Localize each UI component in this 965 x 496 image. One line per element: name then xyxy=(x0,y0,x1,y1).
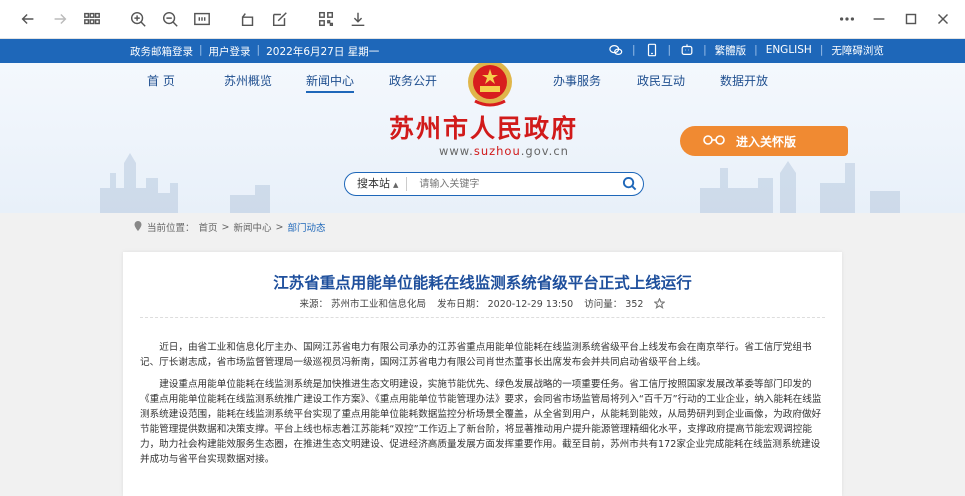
separator: | xyxy=(256,44,261,56)
zoom-in-icon xyxy=(130,11,146,27)
close-icon xyxy=(937,13,949,25)
favorite-star-icon[interactable] xyxy=(653,297,667,310)
glasses-icon xyxy=(702,134,730,149)
nav-open-data[interactable]: 数据开放 xyxy=(720,72,768,89)
mail-login-link[interactable]: 政务邮箱登录 xyxy=(130,44,193,59)
qr-button[interactable] xyxy=(310,3,342,35)
rotate-icon xyxy=(241,13,254,27)
apps-button[interactable] xyxy=(76,3,108,35)
nav-interaction[interactable]: 政民互动 xyxy=(637,72,685,89)
domain-name: suzhou xyxy=(473,144,521,158)
search-box: 搜本站 ▲ xyxy=(344,172,644,196)
search-scope-label: 搜本站 xyxy=(357,177,390,190)
user-login-link[interactable]: 用户登录 xyxy=(209,44,251,59)
breadcrumb-current[interactable]: 部门动态 xyxy=(287,220,325,234)
article-title: 江苏省重点用能单位能耗在线监测系统省级平台正式上线运行 xyxy=(273,274,692,292)
minimize-icon xyxy=(873,18,885,20)
divider xyxy=(140,317,825,318)
nav-services[interactable]: 办事服务 xyxy=(553,72,601,89)
article: 江苏省重点用能单位能耗在线监测系统省级平台正式上线运行 来源： 苏州市工业和信息… xyxy=(123,252,842,496)
zoom-in-button[interactable] xyxy=(122,3,154,35)
forward-button[interactable] xyxy=(44,3,76,35)
site-header: 首 页 苏州概览 新闻中心 政务公开 办事服务 政民互动 数据开放 苏州市人民政… xyxy=(0,63,965,213)
site-title: 苏州市人民政府 xyxy=(389,114,579,143)
separator: | xyxy=(754,44,758,56)
breadcrumb: 当前位置： 首页 > 新闻中心 > 部门动态 xyxy=(0,213,965,238)
domain-suffix: .gov.cn xyxy=(520,144,569,158)
rotate-button[interactable] xyxy=(232,3,264,35)
article-source: 来源： 苏州市工业和信息化局 xyxy=(299,299,427,310)
maximize-button[interactable] xyxy=(895,3,927,35)
article-meta: 来源： 苏州市工业和信息化局 发布日期： 2020-12-29 13:50 访问… xyxy=(123,296,842,310)
breadcrumb-separator: > xyxy=(275,221,284,233)
english-link[interactable]: ENGLISH xyxy=(766,44,812,56)
reader-button[interactable] xyxy=(186,3,218,35)
zoom-out-button[interactable] xyxy=(154,3,186,35)
minimize-button[interactable] xyxy=(863,3,895,35)
search-input[interactable] xyxy=(417,177,612,191)
search-button[interactable] xyxy=(622,176,637,194)
article-paragraph: 近日，由省工业和信息化厅主办、国网江苏省电力有限公司承办的江苏省重点用能单位能耗… xyxy=(140,342,812,368)
nav-public-affairs[interactable]: 政务公开 xyxy=(389,72,437,89)
wechat-icon[interactable] xyxy=(608,42,624,58)
arrow-left-icon xyxy=(21,13,34,25)
robot-icon[interactable] xyxy=(679,42,695,58)
location-pin-icon xyxy=(133,220,143,234)
care-mode-label: 进入关怀版 xyxy=(736,134,797,149)
search-scope-select[interactable]: 搜本站 ▲ xyxy=(345,177,408,191)
article-date: 发布日期： 2020-12-29 13:50 xyxy=(437,299,574,310)
care-mode-button[interactable]: 进入关怀版 xyxy=(680,126,848,156)
close-window-button[interactable] xyxy=(927,3,959,35)
arrow-right-icon xyxy=(54,13,67,25)
separator: | xyxy=(819,44,824,56)
separator: | xyxy=(703,44,707,56)
date-text: 2022年6月27日 星期一 xyxy=(266,46,380,58)
reader-icon xyxy=(194,12,210,26)
separator: | xyxy=(199,44,203,56)
article-views: 访问量： 352 xyxy=(584,299,644,310)
domain-prefix: www. xyxy=(439,144,474,158)
back-button[interactable] xyxy=(12,3,44,35)
maximize-icon xyxy=(905,13,917,25)
caret-up-icon: ▲ xyxy=(393,181,399,189)
breadcrumb-home[interactable]: 首页 xyxy=(199,220,218,234)
grid-icon xyxy=(84,12,100,25)
breadcrumb-news[interactable]: 新闻中心 xyxy=(234,220,272,234)
traditional-chinese-link[interactable]: 繁體版 xyxy=(715,43,747,58)
separator: | xyxy=(667,44,672,56)
browser-toolbar xyxy=(0,0,965,39)
search-icon xyxy=(622,176,637,191)
nav-news[interactable]: 新闻中心 xyxy=(306,72,355,93)
separator: | xyxy=(632,44,636,56)
article-paragraph: 建设重点用能单位能耗在线监测系统是加快推进生态文明建设，实施节能优先、绿色发展战… xyxy=(140,379,822,465)
breadcrumb-label: 当前位置： xyxy=(147,223,195,234)
more-icon xyxy=(839,17,855,21)
site-domain: www.suzhou.gov.cn xyxy=(439,144,569,158)
qr-code-icon xyxy=(318,11,334,27)
national-emblem-icon xyxy=(468,63,512,107)
nav-overview[interactable]: 苏州概览 xyxy=(224,72,272,89)
more-button[interactable] xyxy=(831,3,863,35)
edit-icon xyxy=(272,12,287,27)
top-bar: 政务邮箱登录 | 用户登录 | 2022年6月27日 星期一 | | | 繁體版… xyxy=(0,39,965,63)
download-icon xyxy=(351,12,365,27)
nav-home[interactable]: 首 页 xyxy=(147,72,175,89)
zoom-out-icon xyxy=(162,11,178,27)
edit-button[interactable] xyxy=(264,3,296,35)
accessibility-link[interactable]: 无障碍浏览 xyxy=(831,43,884,58)
breadcrumb-separator: > xyxy=(221,221,230,233)
download-button[interactable] xyxy=(342,3,374,35)
mobile-icon[interactable] xyxy=(644,42,660,58)
